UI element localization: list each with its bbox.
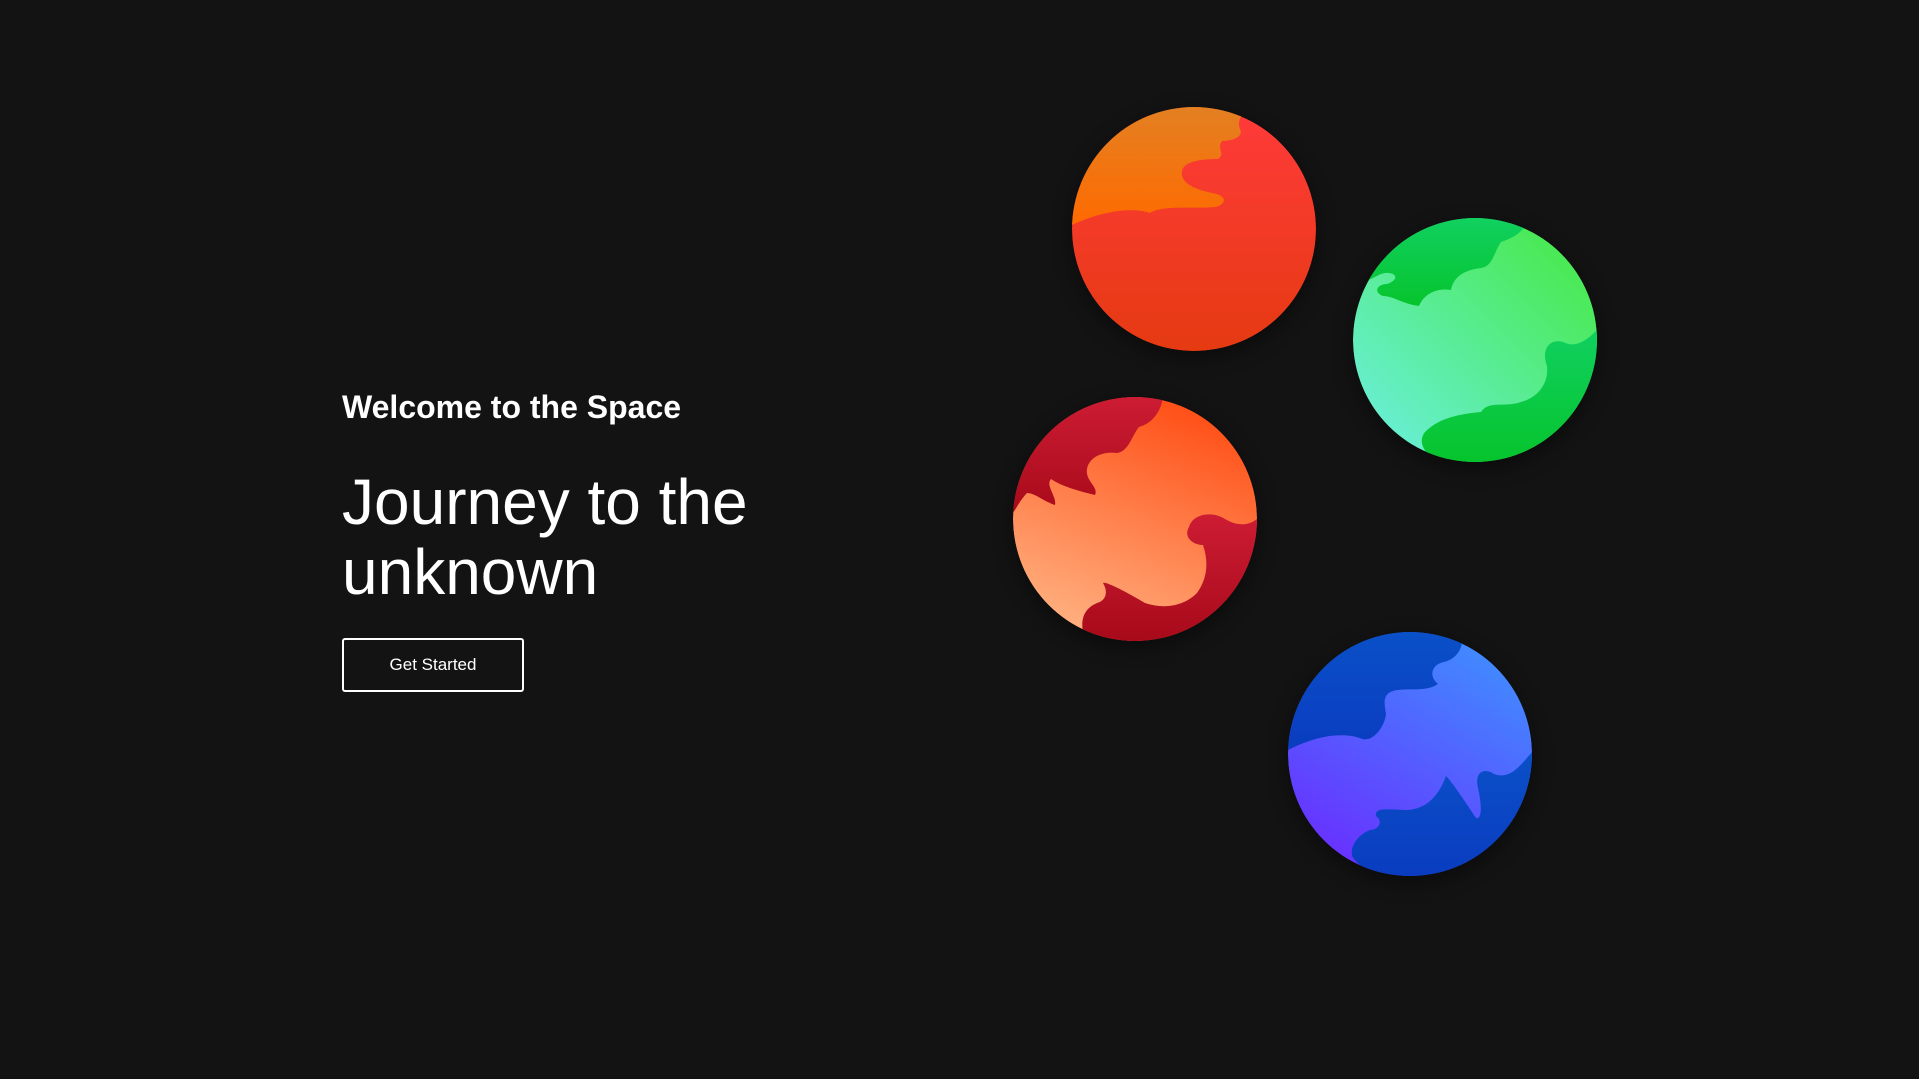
green-planet: [1353, 218, 1597, 462]
get-started-button[interactable]: Get Started: [342, 638, 524, 692]
blue-planet: [1288, 632, 1532, 876]
blue-planet-graphic: [1288, 632, 1532, 876]
red-planet: [1013, 397, 1257, 641]
hero-eyebrow: Welcome to the Space: [342, 389, 682, 425]
hero-section: Welcome to the Space Journey to the unkn…: [342, 385, 862, 692]
green-planet-graphic: [1353, 218, 1597, 462]
red-planet-graphic: [1013, 397, 1257, 641]
planet-illustration: [0, 0, 1919, 1079]
orange-planet-graphic: [1072, 107, 1316, 351]
hero-headline: Journey to the unknown: [342, 467, 862, 607]
orange-planet: [1072, 107, 1316, 351]
hero-headline-line-1: Journey to the: [342, 466, 748, 538]
hero-headline-line-2: unknown: [342, 536, 599, 608]
